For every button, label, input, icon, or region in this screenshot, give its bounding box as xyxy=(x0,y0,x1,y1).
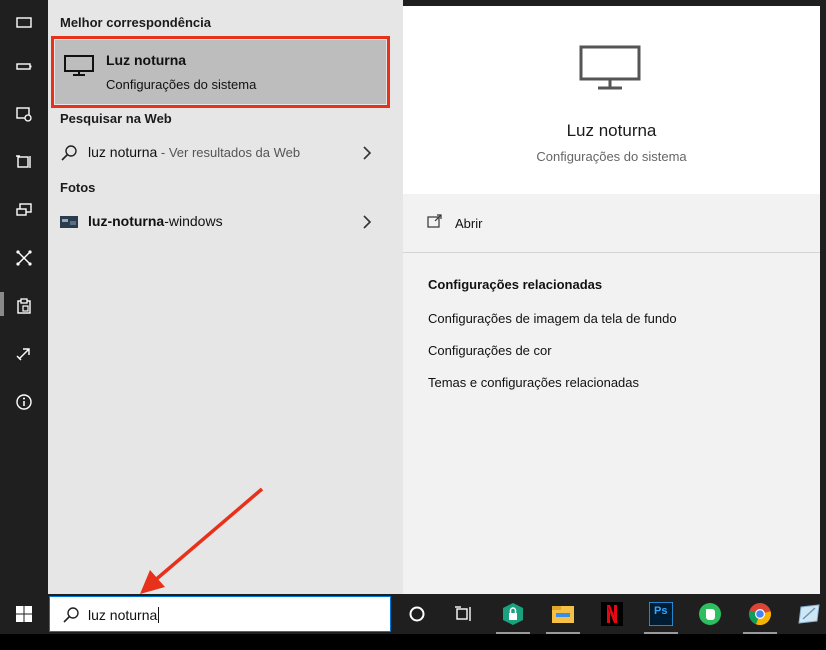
taskbar-search-input[interactable]: luz noturna xyxy=(49,596,391,632)
open-external-icon xyxy=(427,214,443,233)
photos-heading: Fotos xyxy=(60,180,96,195)
about-info-icon[interactable] xyxy=(0,380,48,424)
related-link-background[interactable]: Configurações de imagem da tela de fundo xyxy=(428,311,677,326)
windows-logo-icon xyxy=(16,606,32,622)
right-border xyxy=(820,6,826,594)
search-icon xyxy=(60,144,78,167)
photoshop-label: Ps xyxy=(654,605,668,617)
cortana-icon[interactable] xyxy=(394,594,440,634)
search-text: luz noturna xyxy=(88,607,160,623)
best-match-heading: Melhor correspondência xyxy=(60,15,211,30)
snip-tool-icon[interactable] xyxy=(786,594,826,634)
clipboard-icon[interactable] xyxy=(0,284,48,328)
web-search-result[interactable]: luz noturna - Ver resultados da Web xyxy=(48,135,403,171)
netflix-icon[interactable] xyxy=(589,594,635,634)
notifications-icon[interactable] xyxy=(0,92,48,136)
photo-result-rest: -windows xyxy=(164,213,223,229)
related-link-themes[interactable]: Temas e configurações relacionadas xyxy=(428,375,639,390)
web-result-text: luz noturna - Ver resultados da Web xyxy=(88,144,300,160)
bottom-strip xyxy=(0,634,826,650)
start-button[interactable] xyxy=(0,594,48,634)
detail-title: Luz noturna xyxy=(566,121,657,140)
photo-result[interactable]: luz-noturna-windows xyxy=(48,204,403,240)
settings-sidebar xyxy=(0,0,48,598)
related-settings-heading: Configurações relacionadas xyxy=(428,277,603,292)
chrome-icon[interactable] xyxy=(737,594,783,634)
web-result-suffix: - Ver resultados da Web xyxy=(157,145,301,160)
best-match-result[interactable]: Luz noturna Configurações do sistema xyxy=(51,36,390,108)
monitor-outline-icon[interactable] xyxy=(0,0,48,44)
project-display-icon[interactable] xyxy=(0,188,48,232)
related-link-color[interactable]: Configurações de cor xyxy=(428,343,552,358)
search-results-panel: Melhor correspondência Luz noturna Confi… xyxy=(48,0,403,594)
photo-result-bold: luz-noturna xyxy=(88,213,165,229)
shared-experiences-icon[interactable] xyxy=(0,236,48,280)
photo-thumbnail-icon xyxy=(60,215,78,234)
divider xyxy=(403,252,820,253)
multitasking-icon[interactable] xyxy=(0,140,48,184)
chevron-right-icon[interactable] xyxy=(362,145,372,166)
search-icon xyxy=(62,606,80,629)
monitor-icon xyxy=(63,54,95,83)
photoshop-icon[interactable]: Ps xyxy=(638,594,684,634)
file-explorer-icon[interactable] xyxy=(540,594,586,634)
taskbar: luz noturna Ps xyxy=(0,594,826,634)
chevron-right-icon[interactable] xyxy=(362,214,372,235)
text-caret xyxy=(158,607,160,623)
search-value: luz noturna xyxy=(88,607,158,623)
remote-desktop-icon[interactable] xyxy=(0,332,48,376)
detail-subtitle: Configurações do sistema xyxy=(536,149,687,164)
battery-icon[interactable] xyxy=(0,44,48,88)
web-result-query: luz noturna xyxy=(88,144,158,160)
photo-result-text: luz-noturna-windows xyxy=(88,213,223,229)
open-action[interactable]: Abrir xyxy=(427,214,482,233)
monitor-large-icon xyxy=(579,45,641,98)
detail-header: Luz noturna Configurações do sistema xyxy=(403,6,820,194)
best-match-subtitle: Configurações do sistema xyxy=(106,77,257,92)
kaspersky-icon[interactable] xyxy=(490,594,536,634)
open-label: Abrir xyxy=(455,216,483,231)
evernote-icon[interactable] xyxy=(687,594,733,634)
task-view-icon[interactable] xyxy=(440,594,486,634)
best-match-title: Luz noturna xyxy=(106,52,187,68)
result-detail-panel: Luz noturna Configurações do sistema Abr… xyxy=(403,6,820,594)
web-search-heading: Pesquisar na Web xyxy=(60,111,172,126)
best-match-highlight[interactable]: Luz noturna Configurações do sistema xyxy=(55,40,386,104)
